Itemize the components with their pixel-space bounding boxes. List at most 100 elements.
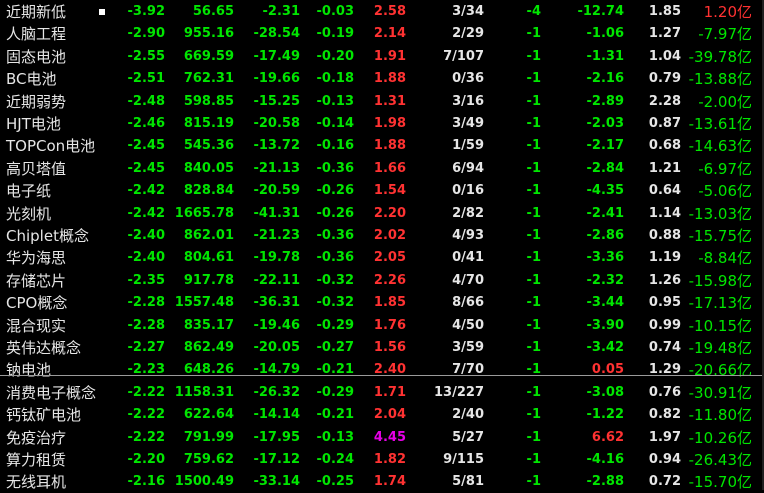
price: 862.01: [183, 228, 234, 243]
speed: -0.29: [316, 317, 354, 333]
net-flow: -2.00亿: [698, 92, 752, 111]
up-down-count: 3/49: [452, 116, 484, 131]
speed: -0.03: [316, 4, 354, 19]
speed: -0.20: [316, 48, 354, 64]
sector-name[interactable]: 固态电池: [6, 46, 66, 68]
leading-stock: -1: [526, 429, 541, 445]
sector-name[interactable]: 消费电子概念: [6, 382, 96, 404]
change-pct: -2.45: [127, 160, 165, 176]
table-row[interactable]: 算力租赁 -2.20 759.62 -17.12 -0.24 1.82 9/115 -1 -4.…: [0, 449, 764, 471]
turnover: 1.21: [648, 160, 681, 176]
price: 622.64: [183, 407, 234, 423]
leading-stock: -1: [526, 228, 541, 243]
price: 1665.78: [174, 205, 234, 221]
sector-name[interactable]: 存储芯片: [6, 270, 66, 292]
change-pct: -2.55: [127, 48, 165, 64]
table-row[interactable]: 消费电子概念 -2.22 1158.31 -26.32 -0.29 1.71 13/227 -…: [0, 382, 764, 404]
sector-name[interactable]: CPO概念: [6, 292, 67, 314]
speed: -0.36: [316, 228, 354, 243]
table-row[interactable]: 近期新低 -3.92 56.65 -2.31 -0.03 2.58 3/34 -4 -12.74…: [0, 1, 764, 23]
change-pct: -2.46: [127, 116, 165, 131]
price: 598.85: [183, 93, 234, 109]
table-row[interactable]: 人脑工程 -2.90 955.16 -28.54 -0.19 2.14 2/29 -1 -1.0…: [0, 23, 764, 45]
sector-name[interactable]: 钙钛矿电池: [6, 404, 81, 426]
turnover: 0.95: [648, 295, 681, 311]
turnover: 1.04: [648, 48, 681, 64]
leader-change: -4.35: [586, 183, 624, 199]
table-row[interactable]: TOPCon电池 -2.45 545.36 -13.72 -0.16 1.88 1/59 -1…: [0, 135, 764, 157]
sector-name[interactable]: 钠电池: [6, 359, 51, 381]
up-down-count: 1/59: [452, 138, 484, 154]
sector-name[interactable]: Chiplet概念: [6, 225, 89, 247]
table-row[interactable]: BC电池 -2.51 762.31 -19.66 -0.18 1.88 0/36 -1 -2.1…: [0, 68, 764, 90]
sector-name[interactable]: 华为海思: [6, 247, 66, 269]
leader-change: -2.32: [586, 272, 624, 288]
sector-name[interactable]: 算力租赁: [6, 449, 66, 471]
sector-name[interactable]: 混合现实: [6, 315, 66, 337]
sector-name[interactable]: 人脑工程: [6, 23, 66, 45]
change-amt: -36.31: [253, 295, 300, 311]
table-row[interactable]: 存储芯片 -2.35 917.78 -22.11 -0.32 2.26 4/70 -1 -2.3…: [0, 270, 764, 292]
net-flow: -15.75亿: [688, 227, 752, 245]
net-flow: -39.78亿: [688, 47, 752, 66]
table-row[interactable]: 华为海思 -2.40 804.61 -19.78 -0.36 2.05 0/41 -1 -3.3…: [0, 247, 764, 269]
volume-ratio: 2.05: [373, 250, 406, 266]
up-down-count: 13/227: [434, 384, 484, 400]
sector-name[interactable]: TOPCon电池: [6, 135, 95, 157]
volume-ratio: 1.91: [373, 48, 406, 64]
table-row[interactable]: 钙钛矿电池 -2.22 622.64 -14.14 -0.21 2.04 2/40 -1 -1.…: [0, 404, 764, 426]
leader-change: -1.31: [586, 48, 624, 64]
net-flow: -6.97亿: [698, 159, 752, 178]
table-row[interactable]: HJT电池 -2.46 815.19 -20.58 -0.14 1.98 3/49 -1 -2.…: [0, 113, 764, 135]
change-pct: -2.23: [127, 362, 165, 378]
divider: [0, 375, 764, 376]
sector-name[interactable]: HJT电池: [6, 113, 61, 135]
turnover: 0.99: [648, 317, 681, 333]
price: 862.49: [183, 340, 234, 355]
net-flow: -11.80亿: [688, 406, 752, 425]
table-row[interactable]: CPO概念 -2.28 1557.48 -36.31 -0.32 1.85 8/66 -1 -3…: [0, 292, 764, 314]
table-row[interactable]: 免疫治疗 -2.22 791.99 -17.95 -0.13 4.45 5/27 -1 6.62…: [0, 427, 764, 449]
speed: -0.26: [316, 183, 354, 199]
sector-name[interactable]: 光刻机: [6, 203, 51, 225]
sector-name[interactable]: 高贝塔值: [6, 158, 66, 180]
change-pct: -3.92: [127, 4, 165, 19]
sector-name[interactable]: 近期弱势: [6, 91, 66, 113]
table-row[interactable]: 混合现实 -2.28 835.17 -19.46 -0.29 1.76 4/50 -1 -3.9…: [0, 315, 764, 337]
volume-ratio: 4.45: [373, 429, 406, 445]
table-row[interactable]: 固态电池 -2.55 669.59 -17.49 -0.20 1.91 7/107 -1 -1.…: [0, 46, 764, 68]
sector-name[interactable]: 电子纸: [6, 180, 51, 202]
table-row[interactable]: 电子纸 -2.42 828.84 -20.59 -0.26 1.54 0/16 -1 -4.35…: [0, 180, 764, 202]
up-down-count: 8/66: [452, 295, 484, 311]
turnover: 0.76: [648, 384, 681, 400]
table-row[interactable]: Chiplet概念 -2.40 862.01 -21.23 -0.36 2.02 4/93 -…: [0, 225, 764, 247]
table-row[interactable]: 近期弱势 -2.48 598.85 -15.25 -0.13 1.31 3/16 -1 -2.8…: [0, 91, 764, 113]
turnover: 1.26: [648, 272, 681, 288]
price: 815.19: [183, 116, 234, 131]
change-amt: -28.54: [253, 26, 300, 42]
speed: -0.32: [316, 295, 354, 311]
table-row[interactable]: 英伟达概念 -2.27 862.49 -20.05 -0.27 1.56 3/59 -1 -3.…: [0, 337, 764, 359]
row-marker-icon: [99, 9, 105, 15]
change-amt: -21.23: [253, 228, 300, 243]
leader-change: -2.41: [586, 205, 624, 221]
change-amt: -20.58: [253, 116, 300, 131]
leading-stock: -1: [526, 183, 541, 199]
sector-name[interactable]: 免疫治疗: [6, 427, 66, 449]
table-row[interactable]: 光刻机 -2.42 1665.78 -41.31 -0.26 2.20 2/82 -1 -2.4…: [0, 203, 764, 225]
price: 669.59: [183, 48, 234, 64]
sector-name[interactable]: 英伟达概念: [6, 337, 81, 359]
sector-name[interactable]: 近期新低: [6, 1, 66, 23]
leading-stock: -1: [526, 452, 541, 467]
up-down-count: 3/16: [452, 93, 484, 109]
table-row[interactable]: 钠电池 -2.23 648.26 -14.79 -0.21 2.40 7/70 -1 0.05 1…: [0, 359, 764, 381]
table-row[interactable]: 高贝塔值 -2.45 840.05 -21.13 -0.36 1.66 6/94 -1 -2.8…: [0, 158, 764, 180]
leading-stock: -1: [526, 48, 541, 64]
change-pct: -2.40: [127, 228, 165, 243]
sector-name[interactable]: BC电池: [6, 68, 57, 90]
up-down-count: 3/34: [452, 4, 484, 19]
turnover: 1.29: [648, 362, 681, 378]
speed: -0.16: [316, 138, 354, 154]
net-flow: -10.26亿: [688, 428, 752, 447]
change-pct: -2.51: [127, 71, 165, 87]
